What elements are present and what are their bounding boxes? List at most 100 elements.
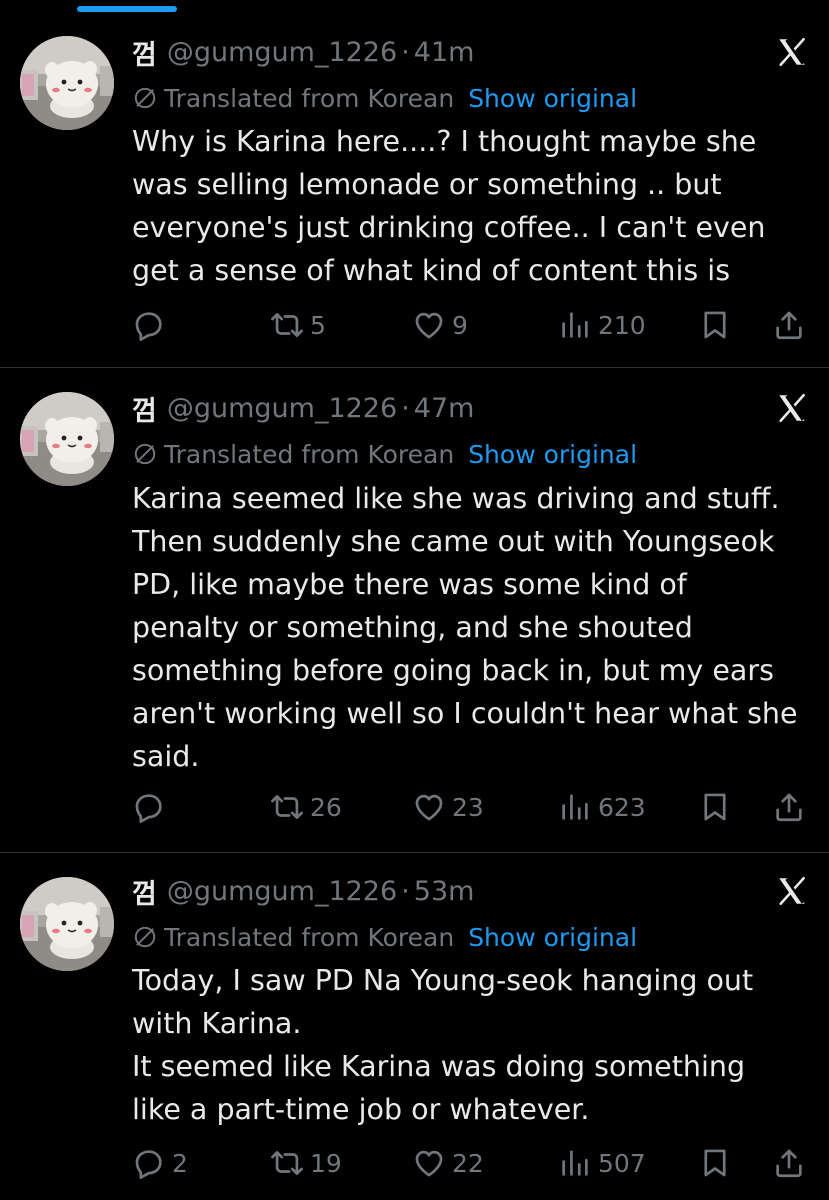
reply-icon <box>132 790 166 824</box>
retweet-icon <box>270 308 304 342</box>
heart-icon <box>412 790 446 824</box>
bookmark-icon <box>698 790 732 824</box>
tweet-text-line: everyone's just drinking coffee.. I can'… <box>132 211 766 244</box>
tweet-text-line: get a sense of what kind of content this… <box>132 254 731 287</box>
retweet-button[interactable]: 5 <box>270 305 326 345</box>
translate-icon <box>132 924 158 950</box>
retweet-count: 5 <box>310 310 326 340</box>
tweet-text-line: Karina seemed like she was driving and s… <box>132 482 780 515</box>
separator-dot: · <box>401 392 410 424</box>
display-name[interactable]: 껌 <box>132 872 157 911</box>
heart-icon <box>412 308 446 342</box>
user-handle[interactable]: @gumgum_1226 <box>167 393 397 424</box>
x-logo-icon <box>775 874 809 908</box>
timestamp[interactable]: 47m <box>414 393 475 424</box>
tweet-text: Today, I saw PD Na Young-seok hanging ou… <box>132 959 812 1131</box>
tweet-header: 껌 @gumgum_1226 · 47m <box>132 388 474 428</box>
reply-icon <box>132 308 166 342</box>
translation-row: Translated from Korean Show original <box>132 920 637 954</box>
avatar[interactable] <box>20 36 114 130</box>
retweet-button[interactable]: 26 <box>270 787 342 827</box>
share-button[interactable] <box>772 787 806 827</box>
reply-button[interactable]: 2 <box>132 1143 188 1183</box>
tweet-text-line: penalty or something, and she shouted <box>132 611 693 644</box>
translated-label: Translated from Korean <box>164 83 455 113</box>
like-button[interactable]: 9 <box>412 305 468 345</box>
avatar[interactable] <box>20 877 114 971</box>
reply-button[interactable] <box>132 305 172 345</box>
heart-icon <box>412 1146 446 1180</box>
reply-button[interactable] <box>132 787 172 827</box>
like-button[interactable]: 22 <box>412 1143 484 1183</box>
action-bar: 26 23 623 <box>132 787 812 827</box>
share-button[interactable] <box>772 305 806 345</box>
retweet-icon <box>270 790 304 824</box>
view-count: 507 <box>598 1148 646 1178</box>
tweet-text-line: said. <box>132 740 200 773</box>
views-button[interactable]: 623 <box>558 787 646 827</box>
view-count: 623 <box>598 792 646 822</box>
show-original-link[interactable]: Show original <box>468 440 637 469</box>
tweet-text-line: like a part-time job or whatever. <box>132 1093 590 1126</box>
bookmark-button[interactable] <box>698 787 732 827</box>
tweet-2[interactable]: 껌 @gumgum_1226 · 47m Translated from Kor… <box>0 368 829 852</box>
separator-dot: · <box>401 875 410 907</box>
views-icon <box>558 1146 592 1180</box>
bookmark-icon <box>698 308 732 342</box>
bookmark-button[interactable] <box>698 1143 732 1183</box>
share-icon <box>772 308 806 342</box>
tweet-header: 껌 @gumgum_1226 · 53m <box>132 871 474 911</box>
tweet-text: Karina seemed like she was driving and s… <box>132 477 812 778</box>
action-bar: 5 9 210 <box>132 305 812 345</box>
reply-icon <box>132 1146 166 1180</box>
reply-count: 2 <box>172 1148 188 1178</box>
show-original-link[interactable]: Show original <box>468 84 637 113</box>
tweet-text-line: with Karina. <box>132 1007 302 1040</box>
translation-row: Translated from Korean Show original <box>132 437 637 471</box>
like-button[interactable]: 23 <box>412 787 484 827</box>
share-icon <box>772 790 806 824</box>
views-button[interactable]: 507 <box>558 1143 646 1183</box>
translated-label: Translated from Korean <box>164 922 455 952</box>
like-count: 23 <box>452 792 484 822</box>
tweet-text-line: It seemed like Karina was doing somethin… <box>132 1050 746 1083</box>
views-button[interactable]: 210 <box>558 305 646 345</box>
x-logo-icon <box>775 391 809 425</box>
tweet-text-line: something before going back in, but my e… <box>132 654 774 687</box>
separator-dot: · <box>401 36 410 68</box>
user-handle[interactable]: @gumgum_1226 <box>167 876 397 907</box>
tweet-3[interactable]: 껌 @gumgum_1226 · 53m Translated from Kor… <box>0 853 829 1200</box>
bookmark-button[interactable] <box>698 305 732 345</box>
share-button[interactable] <box>772 1143 806 1183</box>
like-count: 22 <box>452 1148 484 1178</box>
user-handle[interactable]: @gumgum_1226 <box>167 37 397 68</box>
views-icon <box>558 308 592 342</box>
tweet-text-line: aren't working well so I couldn't hear w… <box>132 697 798 730</box>
translation-row: Translated from Korean Show original <box>132 81 637 115</box>
display-name[interactable]: 껌 <box>132 33 157 72</box>
like-count: 9 <box>452 310 468 340</box>
tweet-text-line: Why is Karina here....? I thought maybe … <box>132 125 757 158</box>
display-name[interactable]: 껌 <box>132 389 157 428</box>
retweet-count: 26 <box>310 792 342 822</box>
show-original-link[interactable]: Show original <box>468 923 637 952</box>
views-icon <box>558 790 592 824</box>
retweet-count: 19 <box>310 1148 342 1178</box>
retweet-button[interactable]: 19 <box>270 1143 342 1183</box>
x-logo-icon <box>775 35 809 69</box>
tweet-text-line: was selling lemonade or something .. but <box>132 168 722 201</box>
share-icon <box>772 1146 806 1180</box>
tweet-header: 껌 @gumgum_1226 · 41m <box>132 32 474 72</box>
action-bar: 2 19 22 507 <box>132 1143 812 1183</box>
translate-icon <box>132 85 158 111</box>
timestamp[interactable]: 41m <box>414 37 475 68</box>
translated-label: Translated from Korean <box>164 439 455 469</box>
tweet-1[interactable]: 껌 @gumgum_1226 · 41m Translated from Kor… <box>0 0 829 367</box>
avatar[interactable] <box>20 392 114 486</box>
view-count: 210 <box>598 310 646 340</box>
bookmark-icon <box>698 1146 732 1180</box>
retweet-icon <box>270 1146 304 1180</box>
timestamp[interactable]: 53m <box>414 876 475 907</box>
tweet-text-line: Today, I saw PD Na Young-seok hanging ou… <box>132 964 754 997</box>
translate-icon <box>132 441 158 467</box>
